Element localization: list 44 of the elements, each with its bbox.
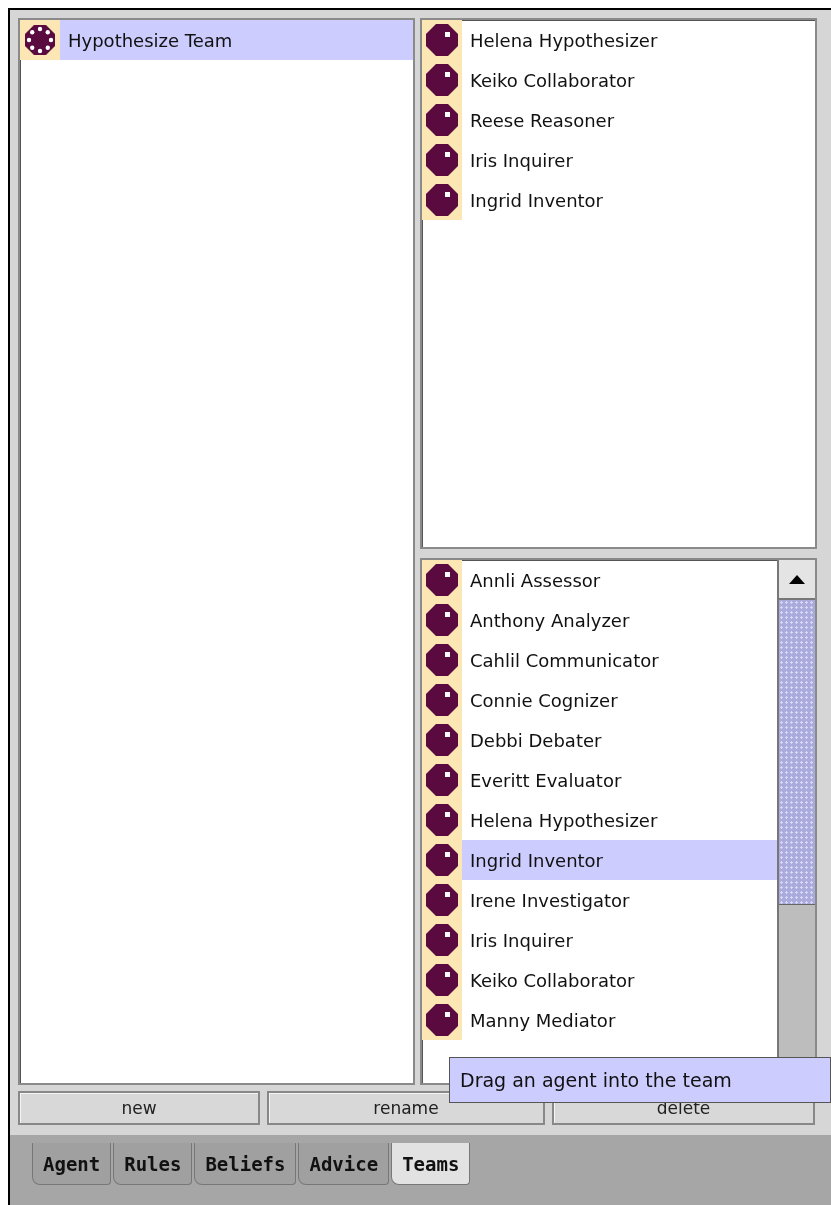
list-item[interactable]: Reese Reasoner	[422, 100, 815, 140]
person-icon	[425, 963, 459, 997]
list-item[interactable]: Everitt Evaluator	[422, 760, 777, 800]
tab[interactable]: Agent	[32, 1143, 112, 1185]
person-icon	[425, 1003, 459, 1037]
team-icon	[24, 24, 56, 56]
new-button[interactable]: new	[18, 1091, 260, 1125]
list-item[interactable]: Anthony Analyzer	[422, 600, 777, 640]
up-arrow-icon[interactable]	[789, 574, 805, 584]
tooltip: Drag an agent into the team	[449, 1057, 831, 1103]
list-item[interactable]: Ingrid Inventor	[422, 180, 815, 220]
tab[interactable]: Beliefs	[194, 1143, 297, 1185]
list-item[interactable]: Connie Cognizer	[422, 680, 777, 720]
person-icon	[425, 723, 459, 757]
person-icon	[425, 843, 459, 877]
list-item[interactable]: Ingrid Inventor	[422, 840, 777, 880]
person-icon	[425, 883, 459, 917]
list-item[interactable]: Keiko Collaborator	[422, 960, 777, 1000]
list-item[interactable]: Keiko Collaborator	[422, 60, 815, 100]
tab[interactable]: Rules	[113, 1143, 193, 1185]
person-icon	[425, 103, 459, 137]
person-icon	[425, 683, 459, 717]
person-icon	[425, 603, 459, 637]
list-item[interactable]: Debbi Debater	[422, 720, 777, 760]
list-item[interactable]: Manny Mediator	[422, 1000, 777, 1040]
person-icon	[425, 143, 459, 177]
list-item[interactable]: Annli Assessor	[422, 560, 777, 600]
list-item[interactable]: Cahlil Communicator	[422, 640, 777, 680]
list-item[interactable]: Iris Inquirer	[422, 140, 815, 180]
person-icon	[425, 803, 459, 837]
list-item[interactable]: Helena Hypothesizer	[422, 800, 777, 840]
person-icon	[425, 23, 459, 57]
list-item[interactable]: Hypothesize Team	[20, 20, 413, 60]
person-icon	[425, 563, 459, 597]
tab[interactable]: Teams	[391, 1143, 471, 1185]
list-item[interactable]: Iris Inquirer	[422, 920, 777, 960]
person-icon	[425, 763, 459, 797]
person-icon	[425, 63, 459, 97]
list-item[interactable]: Helena Hypothesizer	[422, 20, 815, 60]
list-item[interactable]: Irene Investigator	[422, 880, 777, 920]
person-icon	[425, 923, 459, 957]
tab[interactable]: Advice	[298, 1143, 390, 1185]
person-icon	[425, 643, 459, 677]
person-icon	[425, 183, 459, 217]
